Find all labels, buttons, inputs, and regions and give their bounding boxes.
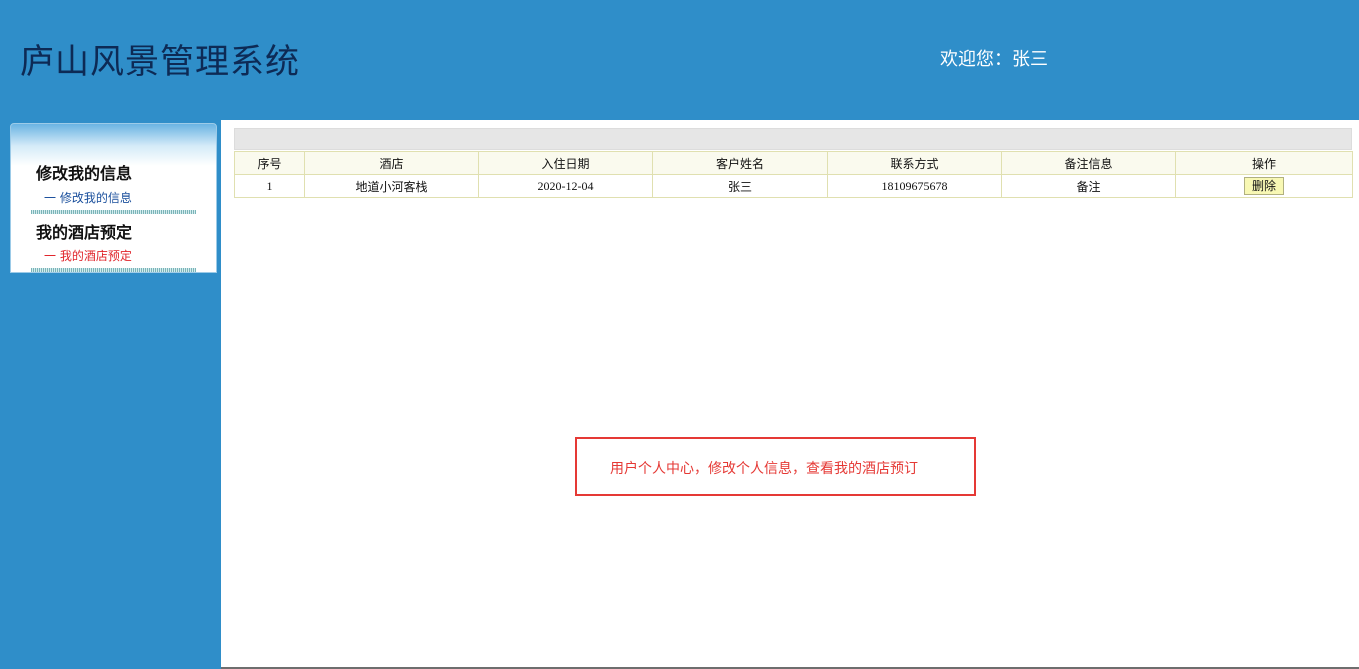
app-title: 庐山风景管理系统 [20, 42, 300, 82]
annotation-text: 用户个人中心，修改个人信息，查看我的酒店预订 [610, 461, 918, 477]
annotation-box: 用户个人中心，修改个人信息，查看我的酒店预订 [575, 437, 976, 496]
menu-divider [31, 268, 196, 272]
column-header-index: 序号 [234, 151, 305, 175]
menu-divider [31, 210, 196, 214]
booking-table: 序号 酒店 入住日期 客户姓名 联系方式 备注信息 操作 1 地道小河客栈 20… [234, 151, 1353, 198]
column-header-remark: 备注信息 [1001, 151, 1176, 175]
sidebar: 修改我的信息 一 修改我的信息 我的酒店预定 一 我的酒店预定 [0, 120, 221, 669]
cell-hotel: 地道小河客栈 [304, 174, 479, 198]
column-header-contact: 联系方式 [827, 151, 1002, 175]
cell-checkin-date: 2020-12-04 [478, 174, 653, 198]
column-header-checkin-date: 入住日期 [478, 151, 653, 175]
cell-remark: 备注 [1001, 174, 1176, 198]
menu-link-edit-my-info[interactable]: 一 修改我的信息 [44, 189, 132, 206]
cell-action: 删除 [1175, 174, 1353, 198]
table-title-bar [234, 128, 1352, 150]
sidebar-menu-panel: 修改我的信息 一 修改我的信息 我的酒店预定 一 我的酒店预定 [10, 123, 217, 273]
cell-customer-name: 张三 [652, 174, 828, 198]
table-row: 1 地道小河客栈 2020-12-04 张三 18109675678 备注 删除 [234, 174, 1353, 198]
cell-contact: 18109675678 [827, 174, 1002, 198]
column-header-action: 操作 [1175, 151, 1353, 175]
menu-heading-my-info: 修改我的信息 [36, 164, 133, 183]
menu-heading-my-hotel-bookings: 我的酒店预定 [36, 223, 133, 242]
cell-index: 1 [234, 174, 305, 198]
main-content: 序号 酒店 入住日期 客户姓名 联系方式 备注信息 操作 1 地道小河客栈 20… [221, 120, 1359, 668]
delete-button[interactable]: 删除 [1243, 177, 1284, 195]
welcome-message: 欢迎您：张三 [940, 49, 1048, 70]
column-header-customer-name: 客户姓名 [652, 151, 828, 175]
top-header: 庐山风景管理系统 欢迎您：张三 [0, 0, 1359, 120]
column-header-hotel: 酒店 [304, 151, 479, 175]
menu-link-my-hotel-bookings[interactable]: 一 我的酒店预定 [44, 247, 132, 264]
table-header-row: 序号 酒店 入住日期 客户姓名 联系方式 备注信息 操作 [234, 151, 1353, 175]
